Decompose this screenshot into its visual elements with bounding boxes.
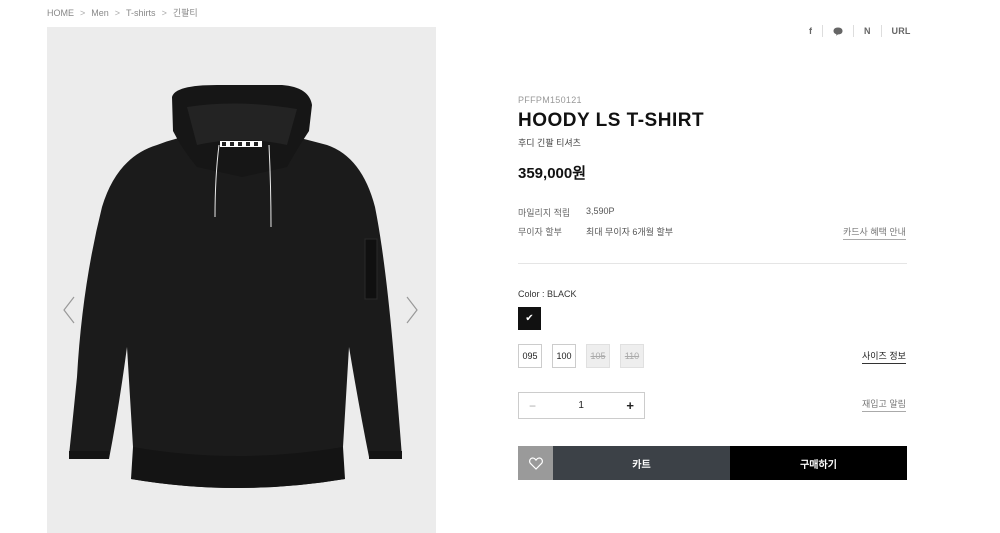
color-swatch-black[interactable]: ✔: [518, 307, 541, 330]
heart-icon: [528, 456, 543, 470]
breadcrumb-men[interactable]: Men: [91, 8, 109, 18]
product-code: PFFPM150121: [518, 95, 582, 105]
size-guide-link[interactable]: 사이즈 정보: [862, 349, 906, 364]
copy-url-button[interactable]: URL: [880, 25, 921, 37]
size-option-100[interactable]: 100: [552, 344, 576, 368]
size-option-105: 105: [586, 344, 610, 368]
product-subtitle: 후디 긴팔 티셔츠: [518, 138, 581, 148]
buy-now-button[interactable]: 구매하기: [730, 446, 907, 480]
section-divider: [518, 263, 907, 264]
url-label: URL: [891, 26, 911, 36]
installment-label: 무이자 할부: [518, 227, 562, 237]
product-image: [69, 85, 402, 488]
check-icon: ✔: [525, 313, 534, 324]
breadcrumb-long-sleeve[interactable]: 긴팔티: [173, 6, 198, 19]
quantity-stepper: − 1 +: [518, 392, 645, 419]
chevron-right-icon[interactable]: [405, 295, 419, 325]
card-benefit-link[interactable]: 카드사 혜택 안내: [843, 225, 906, 240]
product-price: 359,000원: [518, 165, 587, 182]
facebook-share-button[interactable]: f: [805, 25, 822, 37]
quantity-decrease-button[interactable]: −: [529, 399, 536, 413]
installment-value: 최대 무이자 6개월 할부: [586, 227, 674, 237]
mileage-label: 마일리지 적립: [518, 208, 571, 218]
breadcrumb-tshirts[interactable]: T-shirts: [126, 8, 156, 18]
facebook-icon: f: [809, 26, 812, 36]
share-links: f N URL: [805, 25, 921, 37]
product-title: HOODY LS T-SHIRT: [518, 110, 705, 131]
naver-icon: N: [864, 26, 871, 36]
quantity-increase-button[interactable]: +: [626, 398, 634, 413]
breadcrumb-home[interactable]: HOME: [47, 8, 74, 18]
size-option-095[interactable]: 095: [518, 344, 542, 368]
product-gallery: [47, 27, 436, 533]
wishlist-button[interactable]: [518, 446, 553, 480]
chevron-left-icon[interactable]: [62, 295, 76, 325]
color-label: Color : BLACK: [518, 289, 577, 299]
mileage-row: 마일리지 적립 3,590P: [518, 206, 615, 219]
mileage-value: 3,590P: [586, 206, 615, 216]
add-to-cart-button[interactable]: 카트: [553, 446, 730, 480]
naver-share-button[interactable]: N: [853, 25, 881, 37]
restock-alert-link[interactable]: 재입고 알림: [862, 397, 906, 412]
breadcrumb-separator: >: [80, 7, 86, 18]
breadcrumb: HOME > Men > T-shirts > 긴팔티: [47, 6, 198, 19]
speech-bubble-icon: [833, 27, 843, 36]
breadcrumb-separator: >: [161, 7, 167, 18]
quantity-value[interactable]: 1: [578, 400, 584, 411]
installment-row: 무이자 할부 최대 무이자 6개월 할부: [518, 225, 673, 238]
purchase-actions: 카트 구매하기: [518, 446, 907, 480]
size-options: 095 100 105 110: [518, 344, 644, 368]
talk-share-button[interactable]: [822, 25, 853, 37]
breadcrumb-separator: >: [114, 7, 121, 18]
size-option-110: 110: [620, 344, 644, 368]
